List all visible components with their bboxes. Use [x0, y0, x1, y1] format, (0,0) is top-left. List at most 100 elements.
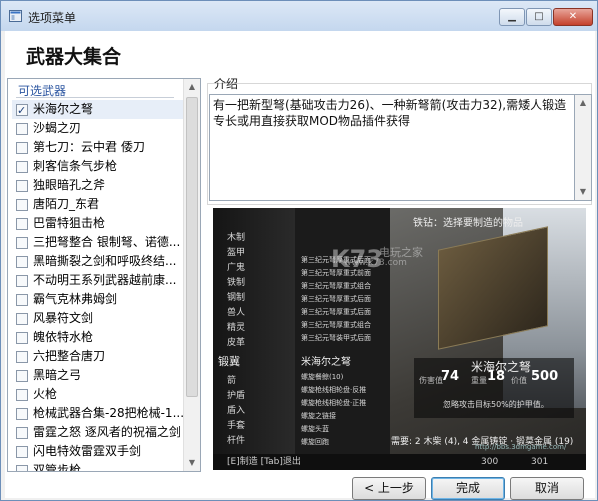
weapon-checkbox[interactable] [16, 294, 28, 306]
weapon-label: 风暴符文剑 [33, 311, 94, 325]
weapon-list-item[interactable]: 巴雷特狙击枪 [12, 214, 184, 233]
weapon-checkbox[interactable] [16, 199, 28, 211]
weapon-list-item[interactable]: 三把弩整合 银制弩、诺德... [12, 233, 184, 252]
preview-footer-level2: 301 [531, 457, 549, 467]
weapon-checkbox[interactable] [16, 427, 28, 439]
weapon-label: 六把整合唐刀 [33, 349, 106, 363]
preview-mid-highlight: 米海尔之弩 [301, 357, 351, 368]
preview-left-menu-4: 钢制 [227, 293, 246, 303]
minimize-button[interactable]: ▁ [499, 8, 525, 26]
weapon-label: 独眼暗孔之斧 [33, 178, 106, 192]
preview-stat-label-2: 价值 [511, 376, 527, 385]
weapon-label: 不动明王系列武器越前康... [33, 273, 177, 287]
desc-scroll-down-arrow-icon[interactable]: ▼ [575, 184, 591, 200]
weapon-list-box: 可选武器 米海尔之弩沙蝎之刃第七刀：云中君 倭刀刺客信条气步枪独眼暗孔之斧唐陌刀… [7, 78, 201, 472]
weapon-checkbox[interactable] [16, 123, 28, 135]
weapon-list-item[interactable]: 火枪 [12, 385, 184, 404]
weapon-checkbox[interactable] [16, 313, 28, 325]
weapon-label: 双管步枪 [33, 463, 82, 472]
app-icon [9, 10, 22, 22]
preview-mid-item-1: 第三纪元弩厚重式前面 [301, 269, 371, 277]
weapon-list-item[interactable]: 六把整合唐刀 [12, 347, 184, 366]
preview-mid-lower-4: 螺旋头蓝 [301, 425, 329, 433]
weapon-checkbox[interactable] [16, 408, 28, 420]
weapon-list-item[interactable]: 风暴符文剑 [12, 309, 184, 328]
weapon-checkbox[interactable] [16, 142, 28, 154]
scroll-up-arrow-icon[interactable]: ▲ [184, 79, 200, 95]
weapon-checkbox[interactable] [16, 218, 28, 230]
weapon-checkbox[interactable] [16, 161, 28, 173]
weapon-list-item[interactable]: 黑暗之弓 [12, 366, 184, 385]
weapon-list-item[interactable]: 沙蝎之刃 [12, 119, 184, 138]
finish-button[interactable]: 完成 [431, 477, 505, 500]
weapon-list-item[interactable]: 双管步枪 [12, 461, 184, 472]
preview-left-menu-0: 木制 [227, 233, 246, 243]
weapon-list-item[interactable]: 米海尔之弩 [12, 100, 184, 119]
weapon-label: 沙蝎之刃 [33, 121, 82, 135]
desc-scroll-up-arrow-icon[interactable]: ▲ [575, 95, 591, 111]
weapon-checkbox[interactable] [16, 370, 28, 382]
preview-mid-item-6: 第三纪元弩装甲式后面 [301, 334, 371, 342]
weapon-list-item[interactable]: 黑暗撕裂之剑和呼吸终结... [12, 252, 184, 271]
weapon-list-item[interactable]: 不动明王系列武器越前康... [12, 271, 184, 290]
scroll-thumb[interactable] [186, 97, 198, 397]
preview-mid-lower-2: 螺旋枪线相轮盘·正推 [301, 399, 367, 407]
weapon-checkbox[interactable] [16, 237, 28, 249]
weapon-checkbox[interactable] [16, 389, 28, 401]
preview-stat-value-2: 500 [531, 369, 559, 384]
preview-mid-item-3: 第三纪元弩厚重式后面 [301, 295, 371, 303]
preview-left-menu-7: 皮革 [227, 338, 246, 348]
weapon-list-item[interactable]: 枪械武器合集-28把枪械-1... [12, 404, 184, 423]
weapon-checkbox[interactable] [16, 180, 28, 192]
weapon-list-item[interactable]: 刺客信条气步枪 [12, 157, 184, 176]
weapon-list-item[interactable]: 唐陌刀_东君 [12, 195, 184, 214]
weapon-list-scrollbar[interactable]: ▲ ▼ [183, 79, 200, 471]
weapon-label: 火枪 [33, 387, 58, 401]
preview-stat-value-1: 18 [487, 369, 506, 384]
weapon-checkbox[interactable] [16, 275, 28, 287]
description-textbox[interactable]: 有一把新型弩(基础攻击力26)、一种新弩箭(攻击力32),需矮人锻造专长或用直接… [209, 94, 575, 201]
previous-button[interactable]: < 上一步 [352, 477, 426, 500]
preview-mid-item-4: 第三纪元弩厚重式后面 [301, 308, 371, 316]
weapon-list-item[interactable]: 魄依特水枪 [12, 328, 184, 347]
maximize-button[interactable]: □ [526, 8, 552, 26]
description-scrollbar[interactable]: ▲ ▼ [575, 94, 592, 201]
weapon-list-item[interactable]: 闪电特效雷霆双手剑 [12, 442, 184, 461]
preview-left-menu-3: 铁制 [227, 278, 246, 288]
weapon-list-item[interactable]: 第七刀：云中君 倭刀 [12, 138, 184, 157]
preview-left-lower-1: 护盾 [227, 391, 246, 401]
window-title: 选项菜单 [28, 11, 77, 25]
preview-left-menu-1: 盔甲 [227, 248, 246, 258]
preview-mid-lower-5: 螺旋回跑 [301, 438, 329, 446]
weapon-checkbox[interactable] [16, 332, 28, 344]
installer-window: 选项菜单 ▁ □ ✕ 武器大集合 可选武器 米海尔之弩沙蝎之刃第七刀：云中君 倭… [0, 0, 598, 501]
preview-left-menu-5: 兽人 [227, 308, 246, 318]
weapon-checkbox[interactable] [16, 465, 28, 471]
weapon-checkbox[interactable] [16, 256, 28, 268]
close-button[interactable]: ✕ [553, 8, 593, 26]
preview-footer-left: [E]制造 [Tab]退出 [227, 457, 301, 467]
weapon-checkbox[interactable] [16, 101, 28, 119]
weapon-label: 米海尔之弩 [33, 102, 94, 116]
preview-mid-lower-0: 螺旋餐鲸(10) [301, 373, 344, 381]
weapon-list-item[interactable]: 独眼暗孔之斧 [12, 176, 184, 195]
preview-mid-item-0: 第三纪元弩厚重式后面 [301, 256, 371, 264]
weapon-label: 黑暗撕裂之剑和呼吸终结... [33, 254, 177, 268]
weapon-label: 闪电特效雷霆双手剑 [33, 444, 142, 458]
dialog-content: 武器大集合 可选武器 米海尔之弩沙蝎之刃第七刀：云中君 倭刀刺客信条气步枪独眼暗… [5, 31, 595, 500]
maximize-icon: □ [534, 11, 544, 22]
weapon-checkbox[interactable] [16, 446, 28, 458]
weapon-list-item[interactable]: 霸气克林弗姆剑 [12, 290, 184, 309]
weapon-list-divider [16, 97, 174, 98]
preview-footer-level: 300 [481, 457, 499, 467]
preview-left-menu-6: 精灵 [227, 323, 246, 333]
minimize-icon: ▁ [508, 11, 516, 22]
weapon-label: 唐陌刀_东君 [33, 197, 100, 211]
cancel-button[interactable]: 取消 [510, 477, 584, 500]
weapon-label: 刺客信条气步枪 [33, 159, 118, 173]
preview-item-desc: 忽略攻击目标50%的护甲值。 [443, 400, 549, 409]
weapon-checkbox[interactable] [16, 351, 28, 363]
page-title: 武器大集合 [26, 46, 122, 68]
weapon-list-item[interactable]: 雷霆之怒 逐风者的祝福之剑 [12, 423, 184, 442]
scroll-down-arrow-icon[interactable]: ▼ [184, 455, 200, 471]
